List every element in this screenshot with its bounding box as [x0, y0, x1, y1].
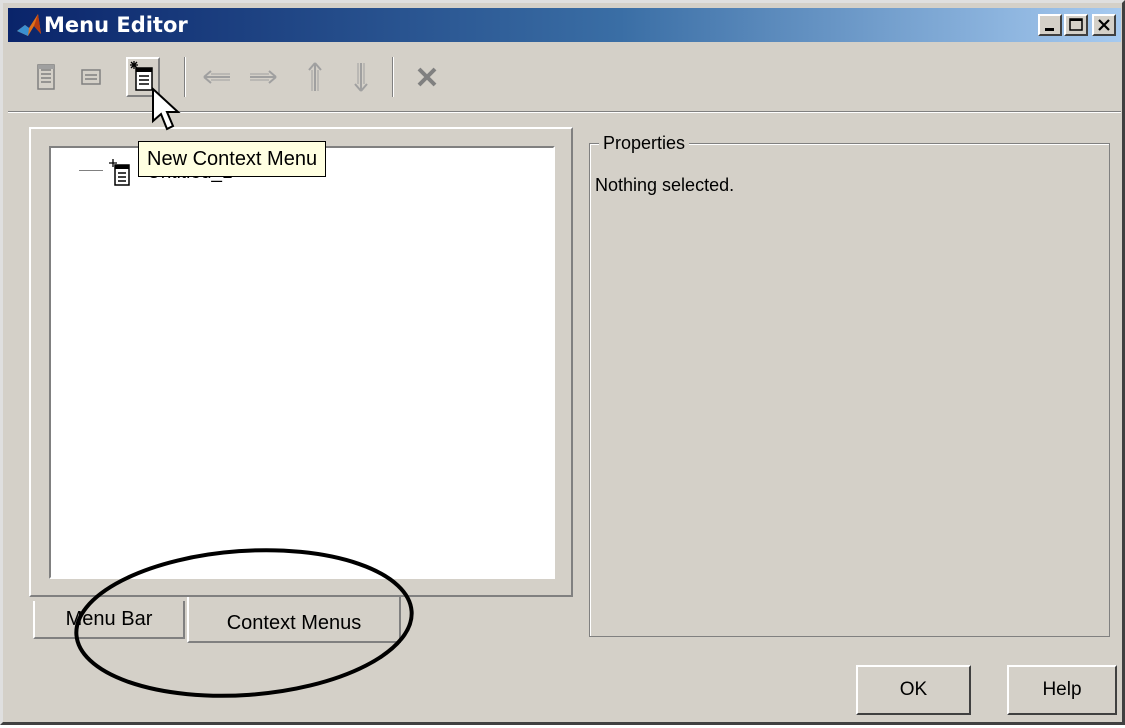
tab-menu-bar[interactable]: Menu Bar	[33, 601, 185, 639]
mouse-cursor-icon	[152, 87, 181, 131]
new-menu-item-icon	[81, 69, 101, 85]
arrow-left-icon	[203, 70, 230, 84]
title-bar[interactable]: Menu Editor	[8, 8, 1121, 42]
toolbar-separator	[392, 57, 394, 97]
move-down-button[interactable]	[344, 57, 378, 97]
tree-connector-line	[79, 170, 103, 171]
ok-button[interactable]: OK	[856, 665, 971, 715]
delete-button[interactable]	[410, 57, 444, 97]
help-button[interactable]: Help	[1007, 665, 1117, 715]
properties-legend: Properties	[599, 133, 690, 154]
properties-status: Nothing selected.	[595, 175, 735, 195]
maximize-icon	[1069, 18, 1083, 31]
maximize-button[interactable]	[1064, 14, 1088, 36]
move-up-button[interactable]	[298, 57, 332, 97]
move-left-button[interactable]	[200, 57, 234, 97]
new-menu-icon	[37, 64, 55, 90]
properties-group	[589, 143, 1110, 637]
window-title: Menu Editor	[44, 13, 188, 37]
close-icon	[1098, 19, 1110, 31]
new-menu-item-button[interactable]	[74, 57, 108, 97]
arrow-up-icon	[308, 62, 322, 91]
menu-editor-window: Menu Editor Menu Bar Context Menus Prope…	[0, 0, 1125, 725]
arrow-right-icon	[250, 70, 277, 84]
matlab-logo-icon	[17, 14, 41, 36]
delete-icon	[417, 67, 437, 87]
menu-tree[interactable]: Untitled_1	[49, 146, 555, 579]
arrow-down-icon	[354, 63, 368, 92]
move-right-button[interactable]	[246, 57, 280, 97]
tab-context-menus[interactable]: Context Menus	[187, 597, 401, 643]
toolbar-separator	[184, 57, 186, 97]
minimize-button[interactable]	[1038, 14, 1062, 36]
new-menu-button[interactable]	[30, 57, 64, 97]
minimize-icon	[1045, 28, 1054, 31]
close-button[interactable]	[1092, 14, 1116, 36]
context-menu-node-icon	[109, 159, 130, 186]
tooltip: New Context Menu	[138, 141, 327, 177]
